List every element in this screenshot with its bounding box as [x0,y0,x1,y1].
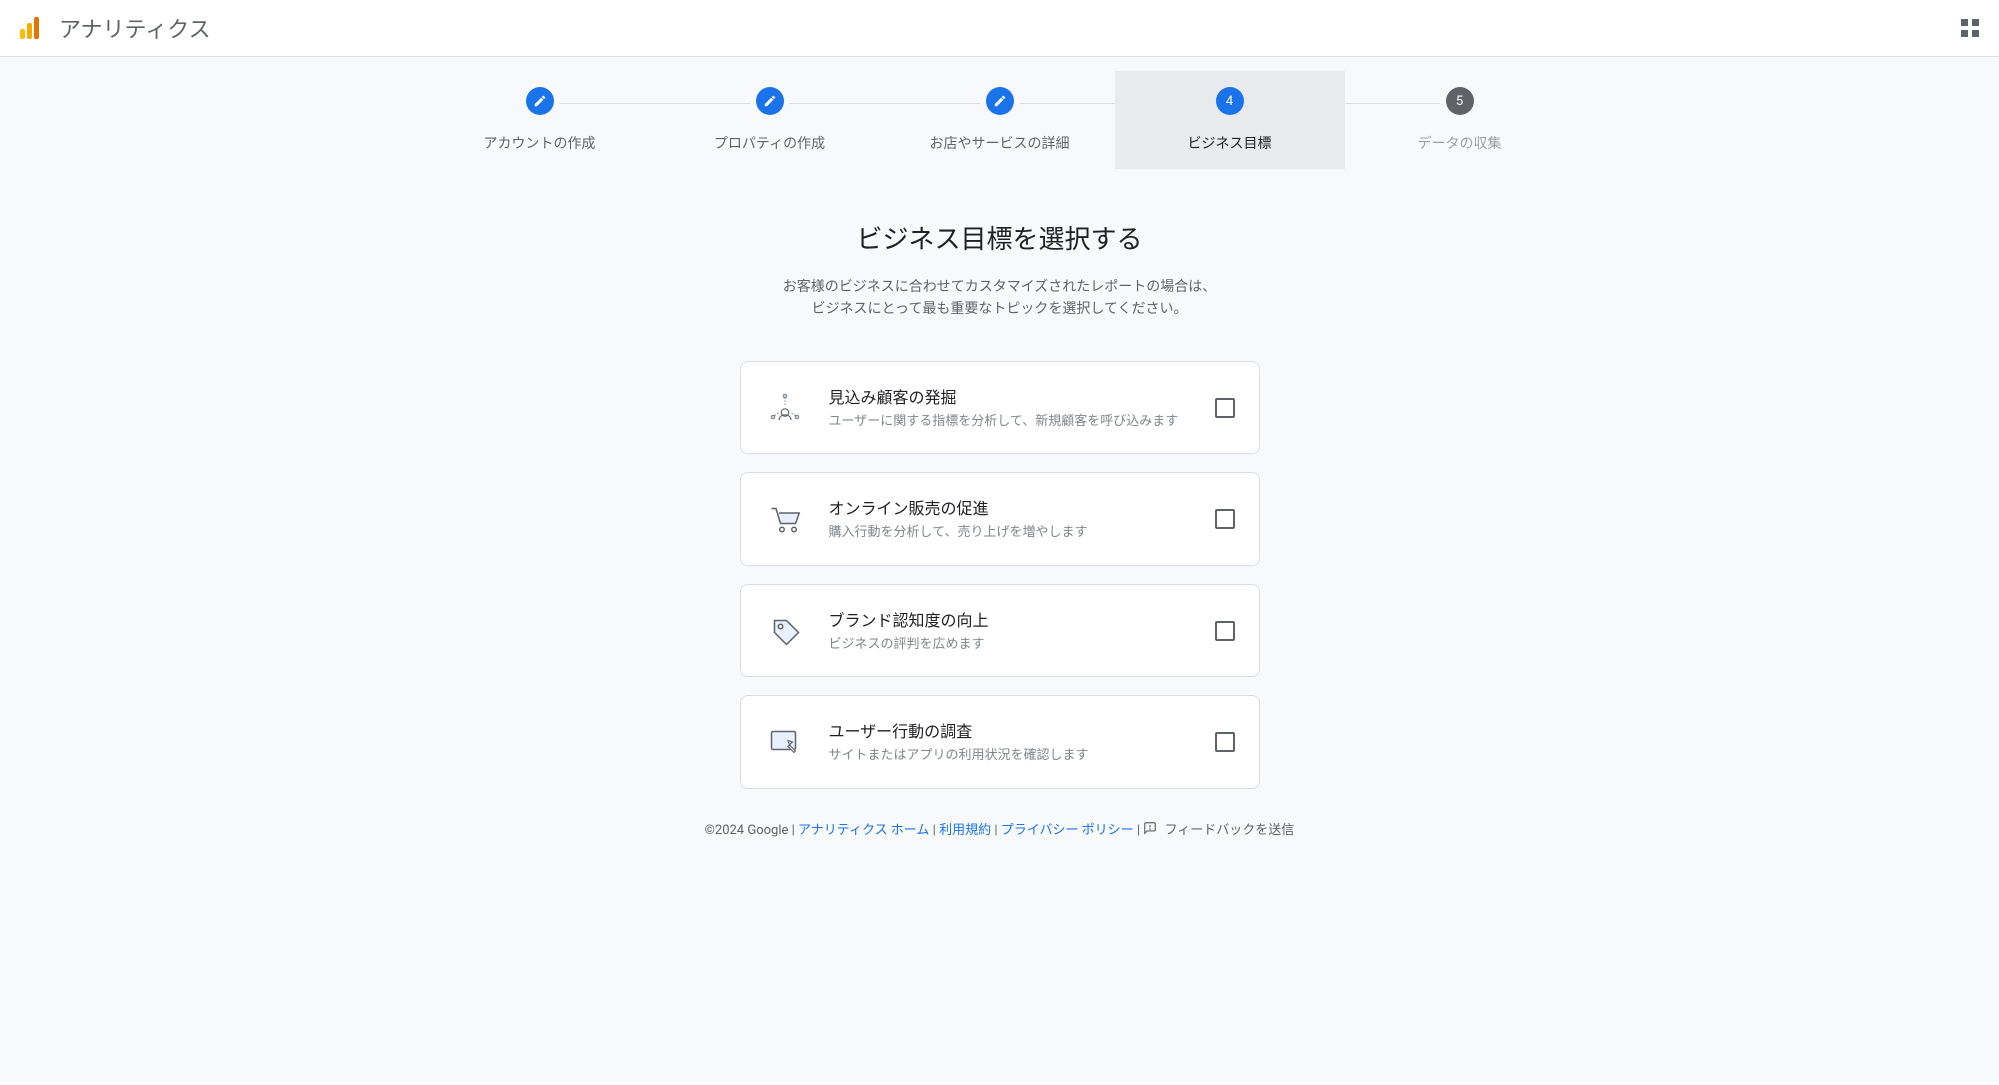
checkbox[interactable] [1215,398,1235,418]
checkbox[interactable] [1215,509,1235,529]
option-desc: ビジネスの評判を広めます [829,635,1191,655]
subtitle-line: ビジネスにとって最も重要なトピックを選択してください。 [811,301,1187,317]
option-desc: ユーザーに関する指標を分析して、新規顧客を呼び込みます [829,412,1191,432]
content-wrapper: アカウントの作成 プロパティの作成 お店やサービスの詳細 4 ビジネス目標 5 … [0,57,1999,1082]
analytics-logo-icon [20,17,39,39]
step-label: ビジネス目標 [1188,133,1272,153]
apps-grid-icon[interactable] [1961,19,1979,37]
option-text: ユーザー行動の調査 サイトまたはアプリの利用状況を確認します [829,718,1191,766]
checkbox[interactable] [1215,621,1235,641]
option-desc: サイトまたはアプリの利用状況を確認します [829,746,1191,766]
option-text: ブランド認知度の向上 ビジネスの評判を広めます [829,607,1191,655]
option-text: 見込み顧客の発掘 ユーザーに関する指標を分析して、新規顧客を呼び込みます [829,384,1191,432]
step-business-goals[interactable]: 4 ビジネス目標 [1115,71,1345,169]
feedback-label: フィードバックを送信 [1165,823,1295,838]
page-subtitle: お客様のビジネスに合わせてカスタマイズされたレポートの場合は、 ビジネスにとって… [0,276,1999,321]
step-business-details[interactable]: お店やサービスの詳細 [885,87,1115,169]
footer: ©2024 Google | アナリティクス ホーム | 利用規約 | プライバ… [0,819,1999,840]
section-heading: ビジネス目標を選択する お客様のビジネスに合わせてカスタマイズされたレポートの場… [0,219,1999,321]
copyright: ©2024 Google [705,823,789,838]
checkbox[interactable] [1215,732,1235,752]
step-label: プロパティの作成 [714,133,825,153]
leads-icon [765,388,805,428]
step-label: アカウントの作成 [484,133,596,153]
feedback-icon [1143,821,1157,839]
option-desc: 購入行動を分析して、売り上げを増やします [829,523,1191,543]
tag-icon [765,611,805,651]
step-number-icon: 5 [1446,87,1474,115]
header-left: アナリティクス [20,12,211,44]
app-header: アナリティクス [0,0,1999,57]
options-list: 見込み顧客の発掘 ユーザーに関する指標を分析して、新規顧客を呼び込みます オンラ… [0,361,1999,789]
screen-icon [765,722,805,762]
footer-link-privacy[interactable]: プライバシー ポリシー [1001,823,1134,838]
step-account-creation[interactable]: アカウントの作成 [425,87,655,169]
feedback-link[interactable]: フィードバックを送信 [1143,823,1294,838]
step-data-collection: 5 データの収集 [1345,87,1575,169]
edit-icon [526,87,554,115]
option-title: 見込み顧客の発掘 [829,384,1191,408]
option-title: ユーザー行動の調査 [829,718,1191,742]
step-label: データの収集 [1418,133,1502,153]
cart-icon [765,499,805,539]
stepper: アカウントの作成 プロパティの作成 お店やサービスの詳細 4 ビジネス目標 5 … [0,57,1999,209]
step-property-creation[interactable]: プロパティの作成 [655,87,885,169]
option-user-behavior[interactable]: ユーザー行動の調査 サイトまたはアプリの利用状況を確認します [740,695,1260,789]
app-title: アナリティクス [59,12,211,44]
edit-icon [756,87,784,115]
option-title: ブランド認知度の向上 [829,607,1191,631]
option-title: オンライン販売の促進 [829,495,1191,519]
footer-link-home[interactable]: アナリティクス ホーム [798,823,929,838]
option-brand-awareness[interactable]: ブランド認知度の向上 ビジネスの評判を広めます [740,584,1260,678]
option-leads[interactable]: 見込み顧客の発掘 ユーザーに関する指標を分析して、新規顧客を呼び込みます [740,361,1260,455]
footer-link-terms[interactable]: 利用規約 [939,823,991,838]
subtitle-line: お客様のビジネスに合わせてカスタマイズされたレポートの場合は、 [783,279,1217,295]
page-title: ビジネス目標を選択する [0,219,1999,256]
option-online-sales[interactable]: オンライン販売の促進 購入行動を分析して、売り上げを増やします [740,472,1260,566]
edit-icon [986,87,1014,115]
step-number-icon: 4 [1216,87,1244,115]
step-label: お店やサービスの詳細 [930,133,1070,153]
option-text: オンライン販売の促進 購入行動を分析して、売り上げを増やします [829,495,1191,543]
